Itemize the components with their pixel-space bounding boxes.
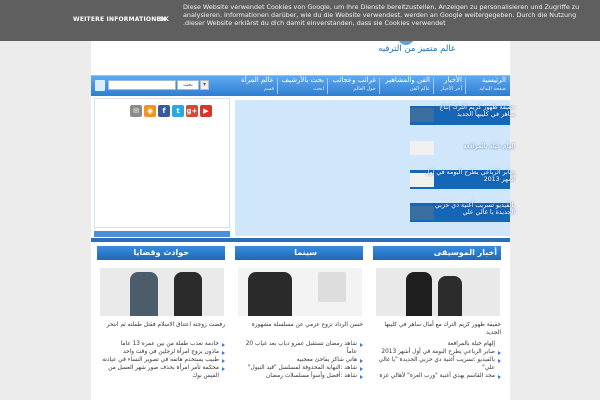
nav-item-sublabel: صفحة البداية	[479, 86, 506, 92]
nav-item-women[interactable]: عالم المرأة قسم	[241, 77, 274, 93]
facebook-icon[interactable]: f	[158, 105, 170, 117]
nav-item-label: الأخبار	[444, 76, 462, 84]
music-news-caption[interactable]: حقيقة ظهور كريم الترك مع أمال ساهر في كل…	[373, 322, 501, 337]
music-news-image[interactable]	[376, 268, 500, 316]
list-item[interactable]: مجد القاسم يهدي أغنية "ورب العزة" لأهالي…	[373, 372, 501, 380]
list-item[interactable]: بالفيديو :تسريب أغنية دي حزبي الجديدة "ي…	[373, 356, 501, 372]
nav-item-label: بحث بالأرشيف	[281, 76, 324, 84]
list-item[interactable]: محكمة تأمر امرأة بحذف صور شهر العسل من ا…	[97, 364, 225, 380]
column-title[interactable]: أخبار الموسيقى	[373, 246, 501, 260]
incidents-image[interactable]	[100, 268, 224, 316]
nav-item-sublabel: عالم الفن	[409, 86, 430, 92]
main-navigation: بحث ▾ الرئيسية صفحة البداية الأخبار آخر …	[91, 75, 510, 96]
slider-thumb[interactable]: صابر الرباعي يطرح البومة في أول أشهر 201…	[410, 169, 515, 187]
social-widget: ▶ g+ t f ◉ ✉	[94, 98, 230, 228]
section-divider	[91, 238, 510, 242]
incidents-list: خادمة تعذب طفلة من بين عمره 13 عاما ماذو…	[97, 340, 225, 380]
slider-thumb[interactable]: إلهام خيلة بالمرافعة	[410, 141, 515, 155]
nav-item-label: الرئيسية	[481, 76, 506, 84]
nav-item-label: غرائب وعجائب	[332, 76, 376, 84]
slider-thumb-text: صابر الرباعي يطرح البومة في أول أشهر 201…	[425, 169, 515, 183]
search-button[interactable]: بحث	[177, 80, 199, 90]
cookie-ok-button[interactable]: OK	[159, 16, 169, 23]
cinema-caption[interactable]: حسن الرداد نزوع عزمي عن مسلسلة مشهورة	[235, 322, 363, 330]
search-input[interactable]	[108, 80, 176, 90]
cookie-consent-bar: WEITERE INFORMATIONEN OK Diese Website v…	[0, 0, 600, 41]
site-tagline: عالم متميز من الترفيه	[378, 44, 456, 54]
nav-item-sublabel: ابحث	[313, 86, 324, 92]
nav-item-sublabel: آخر الأخبار	[440, 86, 462, 92]
nav-item-news[interactable]: الأخبار آخر الأخبار	[440, 77, 462, 93]
nav-item-label: الفن والمشاهير	[385, 76, 430, 84]
cinema-image[interactable]	[238, 268, 362, 316]
slider-thumb[interactable]: حقيقة ظهور كريم الترك إنتاج ساهر في كليب…	[410, 104, 515, 122]
list-item[interactable]: خادمة تعذب طفلة من بين عمره 13 عاما	[97, 340, 225, 348]
youtube-icon[interactable]: ▶	[200, 105, 212, 117]
google-plus-icon[interactable]: g+	[186, 105, 198, 117]
music-news-list: إلهام خيلة بالمرافعة صابر الرباعي يطرح ا…	[373, 340, 501, 380]
nav-item-celebrities[interactable]: الفن والمشاهير عالم الفن	[385, 77, 430, 93]
music-news-column: أخبار الموسيقى حقيقة ظهور كريم الترك مع …	[373, 246, 503, 400]
cinema-column: سينما حسن الرداد نزوع عزمي عن مسلسلة مشه…	[235, 246, 365, 400]
site-header: عالم متميز من الترفيه	[91, 35, 510, 75]
slider-thumb[interactable]: بالفيديو تسريب أغنية دي حزبي الجديدة يا …	[410, 202, 515, 220]
nav-item-label: عالم المرأة	[241, 76, 274, 84]
nav-separator	[327, 78, 328, 94]
nav-separator	[465, 78, 466, 94]
cookie-message: Diese Website verwendet Cookies von Goog…	[183, 3, 580, 28]
nav-item-oddities[interactable]: غرائب وعجائب حول العالم	[332, 77, 376, 93]
incidents-column: حوادث وقضايا رفضت زوجته اعتناق الاسلام ف…	[97, 246, 227, 400]
nav-item-archive[interactable]: بحث بالأرشيف ابحث	[282, 77, 324, 93]
slider-thumb-text: حقيقة ظهور كريم الترك إنتاج ساهر في كليب…	[439, 104, 515, 118]
nav-item-sublabel: حول العالم	[353, 86, 376, 92]
list-item[interactable]: صابر الرباعي يطرح البومة في أول أشهر 201…	[373, 348, 501, 356]
mail-icon[interactable]: ✉	[130, 105, 142, 117]
list-item[interactable]: إلهام خيلة بالمرافعة	[373, 340, 501, 348]
incidents-caption[interactable]: رفضت زوجته اعتناق الاسلام فقتل طفلته ثم …	[97, 322, 225, 330]
rss-icon[interactable]: ◉	[144, 105, 156, 117]
nav-item-home[interactable]: الرئيسية صفحة البداية	[479, 77, 506, 93]
list-item[interactable]: شاهد رمضان تستقبل عمرو دياب بعد غياب 20 …	[235, 340, 363, 356]
search-options-icon[interactable]: ▾	[200, 80, 209, 90]
featured-slider: حقيقة ظهور كريم الترك إنتاج ساهر في كليب…	[235, 100, 515, 236]
twitter-icon[interactable]: t	[172, 105, 184, 117]
home-icon[interactable]	[95, 80, 105, 91]
slider-thumb-text: إلهام خيلة بالمرافعة	[463, 143, 515, 150]
nav-separator	[379, 78, 380, 94]
list-item[interactable]: شاهد :أفضل وأسوأ مسلسلات رمضان	[235, 372, 363, 380]
list-item[interactable]: طبيب يستخدم هاتفه في تصوير النساء في عيا…	[97, 356, 225, 364]
cookie-more-info-link[interactable]: WEITERE INFORMATIONEN	[73, 16, 166, 23]
list-item[interactable]: هاني شاكر يفاجئ معجبيه	[235, 356, 363, 364]
list-item[interactable]: شاهد :النهاية المحذوفة لمسلسل "قيد النيو…	[235, 364, 363, 372]
list-item[interactable]: ماذون يزوج امرأة لرجلين في وقت واحد	[97, 348, 225, 356]
nav-separator	[277, 78, 278, 94]
column-title[interactable]: حوادث وقضايا	[97, 246, 225, 260]
page-container: عالم متميز من الترفيه بحث ▾ الرئيسية صفح…	[91, 35, 515, 400]
nav-item-sublabel: قسم	[263, 86, 274, 92]
column-title[interactable]: سينما	[235, 246, 363, 260]
slider-thumb-text: بالفيديو تسريب أغنية دي حزبي الجديدة يا …	[434, 202, 515, 216]
slider-main-image[interactable]	[235, 100, 410, 236]
cinema-list: شاهد رمضان تستقبل عمرو دياب بعد غياب 20 …	[235, 340, 363, 380]
nav-separator	[433, 78, 434, 94]
left-widget-footer	[94, 231, 230, 237]
